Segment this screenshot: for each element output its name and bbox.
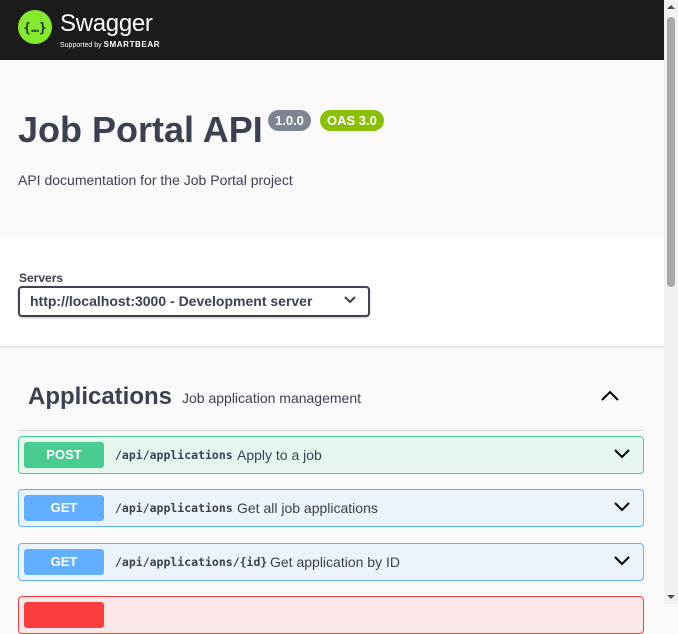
method-badge: POST <box>24 442 104 468</box>
logo-sub-prefix: Supported by <box>60 42 102 49</box>
server-select-value: http://localhost:3000 - Development serv… <box>30 293 313 309</box>
operation-summary: Apply to a job <box>237 447 322 463</box>
vertical-scrollbar[interactable] <box>664 0 678 604</box>
logo-text[interactable]: Swagger <box>60 10 153 38</box>
chevron-up-icon[interactable] <box>600 389 620 403</box>
server-select[interactable]: http://localhost:3000 - Development serv… <box>18 286 370 317</box>
servers-section: Servers http://localhost:3000 - Developm… <box>0 238 664 346</box>
scroll-up-arrow-icon[interactable] <box>667 3 675 11</box>
operation-path: /api/applications/{id} <box>115 555 268 569</box>
oas-badge: OAS 3.0 <box>320 110 384 131</box>
operation-path: /api/applications <box>115 448 233 462</box>
scroll-down-arrow-icon[interactable] <box>667 593 675 601</box>
tag-section-applications[interactable]: Applications Job application management <box>18 364 644 431</box>
tag-name: Applications <box>28 383 173 410</box>
operation-get-applications[interactable]: GET /api/applications Get all job applic… <box>18 489 644 527</box>
chevron-down-icon <box>344 296 356 304</box>
tag-description: Job application management <box>182 390 362 406</box>
top-bar: {…} Swagger Supported by SMARTBEAR <box>0 0 664 60</box>
page-title: Job Portal API <box>18 109 263 150</box>
scrollbar-thumb[interactable] <box>667 17 675 287</box>
braces-icon: {…} <box>23 21 46 36</box>
chevron-down-icon[interactable] <box>613 555 631 567</box>
operation-delete-partial[interactable] <box>18 596 644 634</box>
servers-label: Servers <box>19 271 64 285</box>
svg-text:{…}: {…} <box>23 21 46 36</box>
operation-path: /api/applications <box>115 501 233 515</box>
method-badge: GET <box>24 495 104 521</box>
api-description: API documentation for the Job Portal pro… <box>18 172 293 188</box>
version-badge: 1.0.0 <box>268 110 311 131</box>
method-badge <box>24 602 104 628</box>
method-badge: GET <box>24 549 104 575</box>
logo-sub-brand: SMARTBEAR <box>103 40 161 49</box>
chevron-down-icon[interactable] <box>613 448 631 460</box>
operation-summary: Get application by ID <box>270 554 400 570</box>
operation-get-application-by-id[interactable]: GET /api/applications/{id} Get applicati… <box>18 543 644 581</box>
operation-summary: Get all job applications <box>237 500 378 516</box>
chevron-down-icon[interactable] <box>613 501 631 513</box>
swagger-logo-icon[interactable]: {…} <box>18 10 52 44</box>
operation-post-applications[interactable]: POST /api/applications Apply to a job <box>18 436 644 474</box>
logo-subtitle: Supported by SMARTBEAR <box>60 40 160 50</box>
